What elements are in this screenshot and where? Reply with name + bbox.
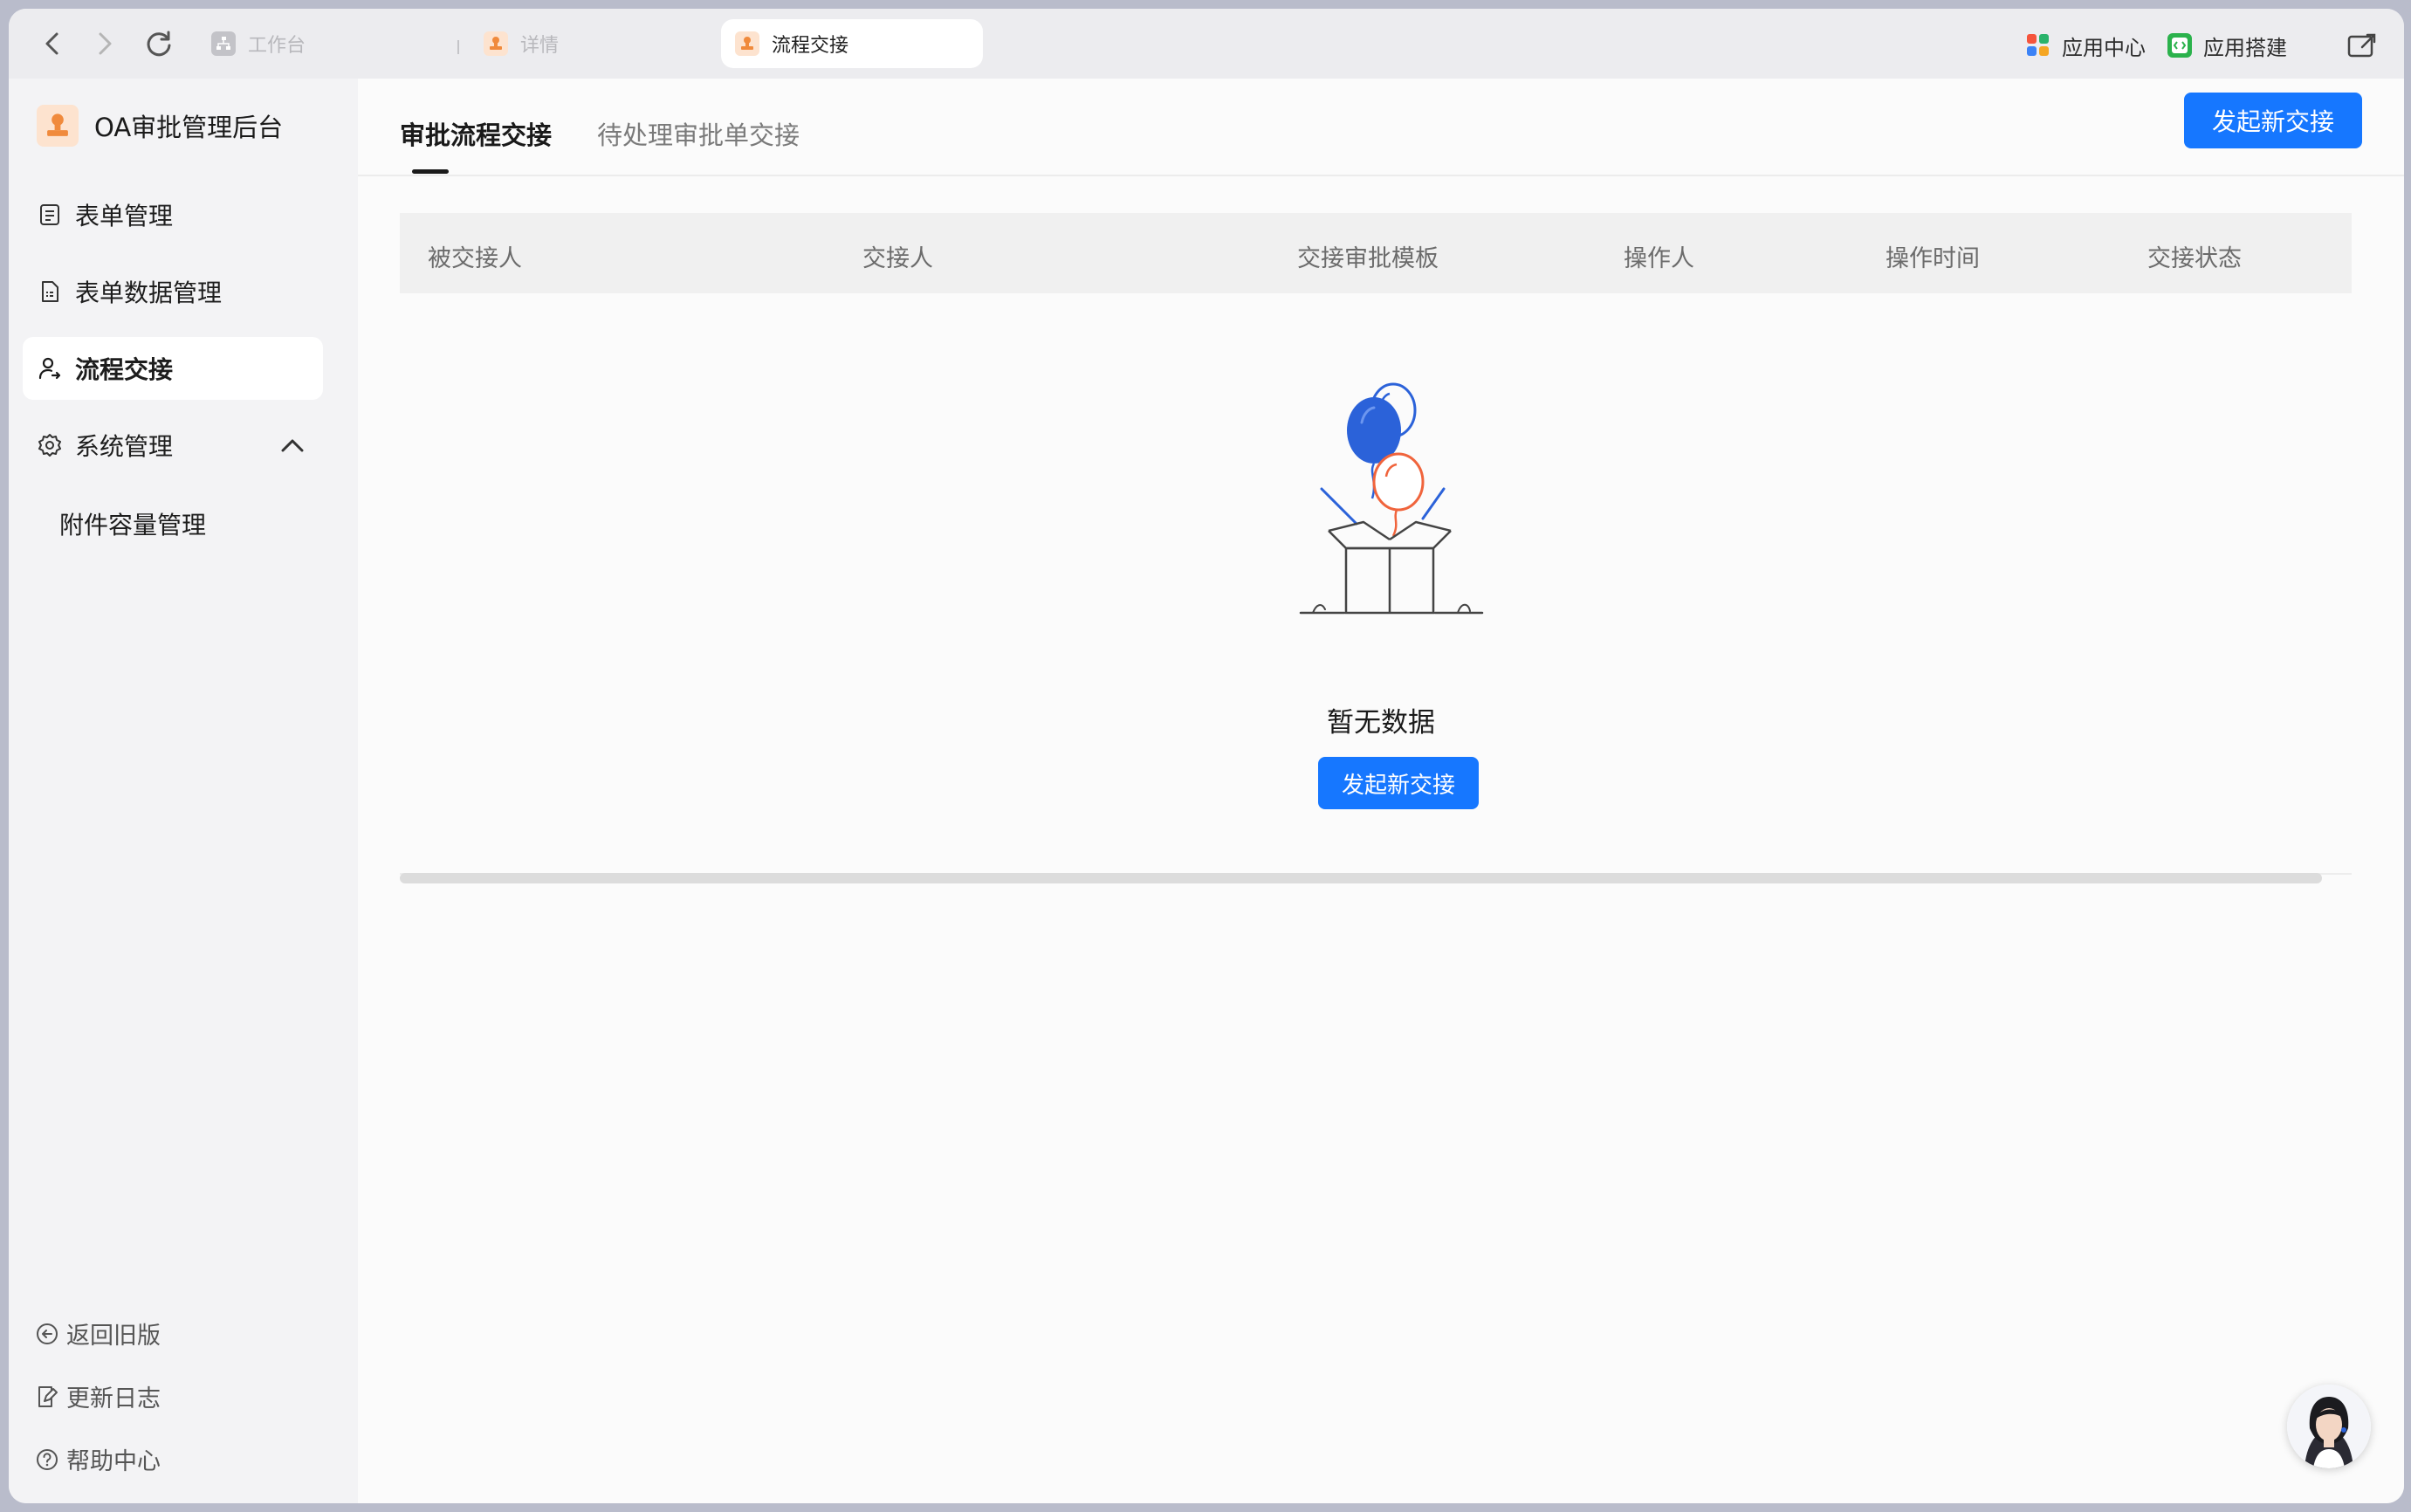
changelog-link[interactable]: 更新日志 (35, 1379, 161, 1413)
assistant-avatar[interactable] (2287, 1385, 2371, 1468)
help-icon (37, 1448, 58, 1470)
main-content: 审批流程交接 待处理审批单交接 发起新交接 被交接人 交接人 交接审批模板 操作… (358, 79, 2404, 1503)
sitemap-icon (211, 31, 236, 56)
chevron-up-icon (281, 439, 304, 452)
app-center-label: 应用中心 (2062, 35, 2146, 60)
column-header: 操作时间 (1886, 245, 1980, 272)
column-header: 交接审批模板 (1297, 245, 1439, 272)
stamp-icon (484, 31, 508, 56)
column-header: 被交接人 (428, 245, 522, 272)
open-external-icon[interactable] (2346, 30, 2378, 61)
app-builder-label: 应用搭建 (2203, 35, 2287, 60)
column-header: 交接人 (862, 245, 933, 272)
sidebar-item-label: 表单管理 (75, 202, 174, 230)
empty-box-balloons-illustration (1299, 382, 1484, 615)
sidebar-item-label: 流程交接 (75, 355, 174, 384)
tab-process-handover[interactable]: 流程交接 (721, 19, 983, 68)
sidebar-item-system-management[interactable]: 系统管理 (23, 414, 323, 477)
column-header: 操作人 (1624, 245, 1694, 272)
sidebar-item-form-data[interactable]: 表单数据管理 (23, 260, 323, 323)
footer-label: 帮助中心 (66, 1448, 161, 1475)
back-to-old-version-link[interactable]: 返回旧版 (35, 1316, 161, 1350)
code-icon (2167, 33, 2192, 58)
tab-pending-approval-handover[interactable]: 待处理审批单交接 (597, 115, 800, 152)
table-header: 被交接人 交接人 交接审批模板 操作人 操作时间 交接状态 (400, 213, 2352, 293)
user-handover-icon (37, 355, 63, 381)
tab-workbench[interactable]: 工作台 (197, 19, 459, 68)
page-tabs: 审批流程交接 待处理审批单交接 (358, 79, 2404, 176)
refresh-icon[interactable] (140, 24, 178, 63)
browser-topbar: 工作台 详情 流程交接 应用中心 应用搭建 (9, 9, 2404, 79)
footer-label: 更新日志 (66, 1385, 161, 1412)
back-circle-icon (37, 1323, 58, 1344)
back-icon[interactable] (33, 24, 72, 63)
sidebar-item-form-management[interactable]: 表单管理 (23, 183, 323, 246)
active-tab-indicator (412, 169, 449, 174)
empty-start-new-handover-button[interactable]: 发起新交接 (1318, 757, 1479, 809)
sidebar: OA审批管理后台 表单管理 表单数据管理 流程交接 系统管理 附件容量管理 返回… (9, 79, 358, 1503)
sidebar-item-label: 系统管理 (75, 432, 174, 461)
empty-state-text: 暂无数据 (1327, 707, 1435, 739)
gear-icon (37, 432, 63, 458)
stamp-logo-icon (37, 105, 79, 147)
tab-label: 流程交接 (772, 35, 849, 57)
app-grid-icon (2027, 34, 2049, 56)
edit-doc-icon (38, 1385, 58, 1407)
forward-icon[interactable] (86, 24, 124, 63)
tab-details[interactable]: 详情 (470, 19, 723, 68)
brand: OA审批管理后台 (37, 105, 283, 147)
form-icon (37, 202, 63, 228)
horizontal-scrollbar[interactable] (400, 873, 2322, 883)
app-window: 工作台 详情 流程交接 应用中心 应用搭建 OA审批管理后台 表单管理 表单数据… (9, 9, 2404, 1503)
document-icon (37, 278, 63, 305)
tab-label: 工作台 (248, 35, 306, 57)
app-center-link[interactable]: 应用中心 (2025, 30, 2146, 61)
app-title: OA审批管理后台 (94, 113, 284, 142)
column-header: 交接状态 (2147, 245, 2242, 272)
app-builder-link[interactable]: 应用搭建 (2167, 30, 2287, 61)
help-center-link[interactable]: 帮助中心 (35, 1442, 161, 1476)
tab-label: 详情 (520, 35, 560, 57)
stamp-icon (735, 31, 759, 56)
footer-label: 返回旧版 (66, 1323, 161, 1350)
start-new-handover-button[interactable]: 发起新交接 (2184, 93, 2362, 148)
tab-approval-process-handover[interactable]: 审批流程交接 (400, 115, 552, 152)
tab-divider (457, 40, 459, 54)
sidebar-item-label: 表单数据管理 (75, 278, 223, 307)
sidebar-item-process-handover[interactable]: 流程交接 (23, 337, 323, 400)
sidebar-subitem-attachment-capacity[interactable]: 附件容量管理 (59, 506, 206, 541)
